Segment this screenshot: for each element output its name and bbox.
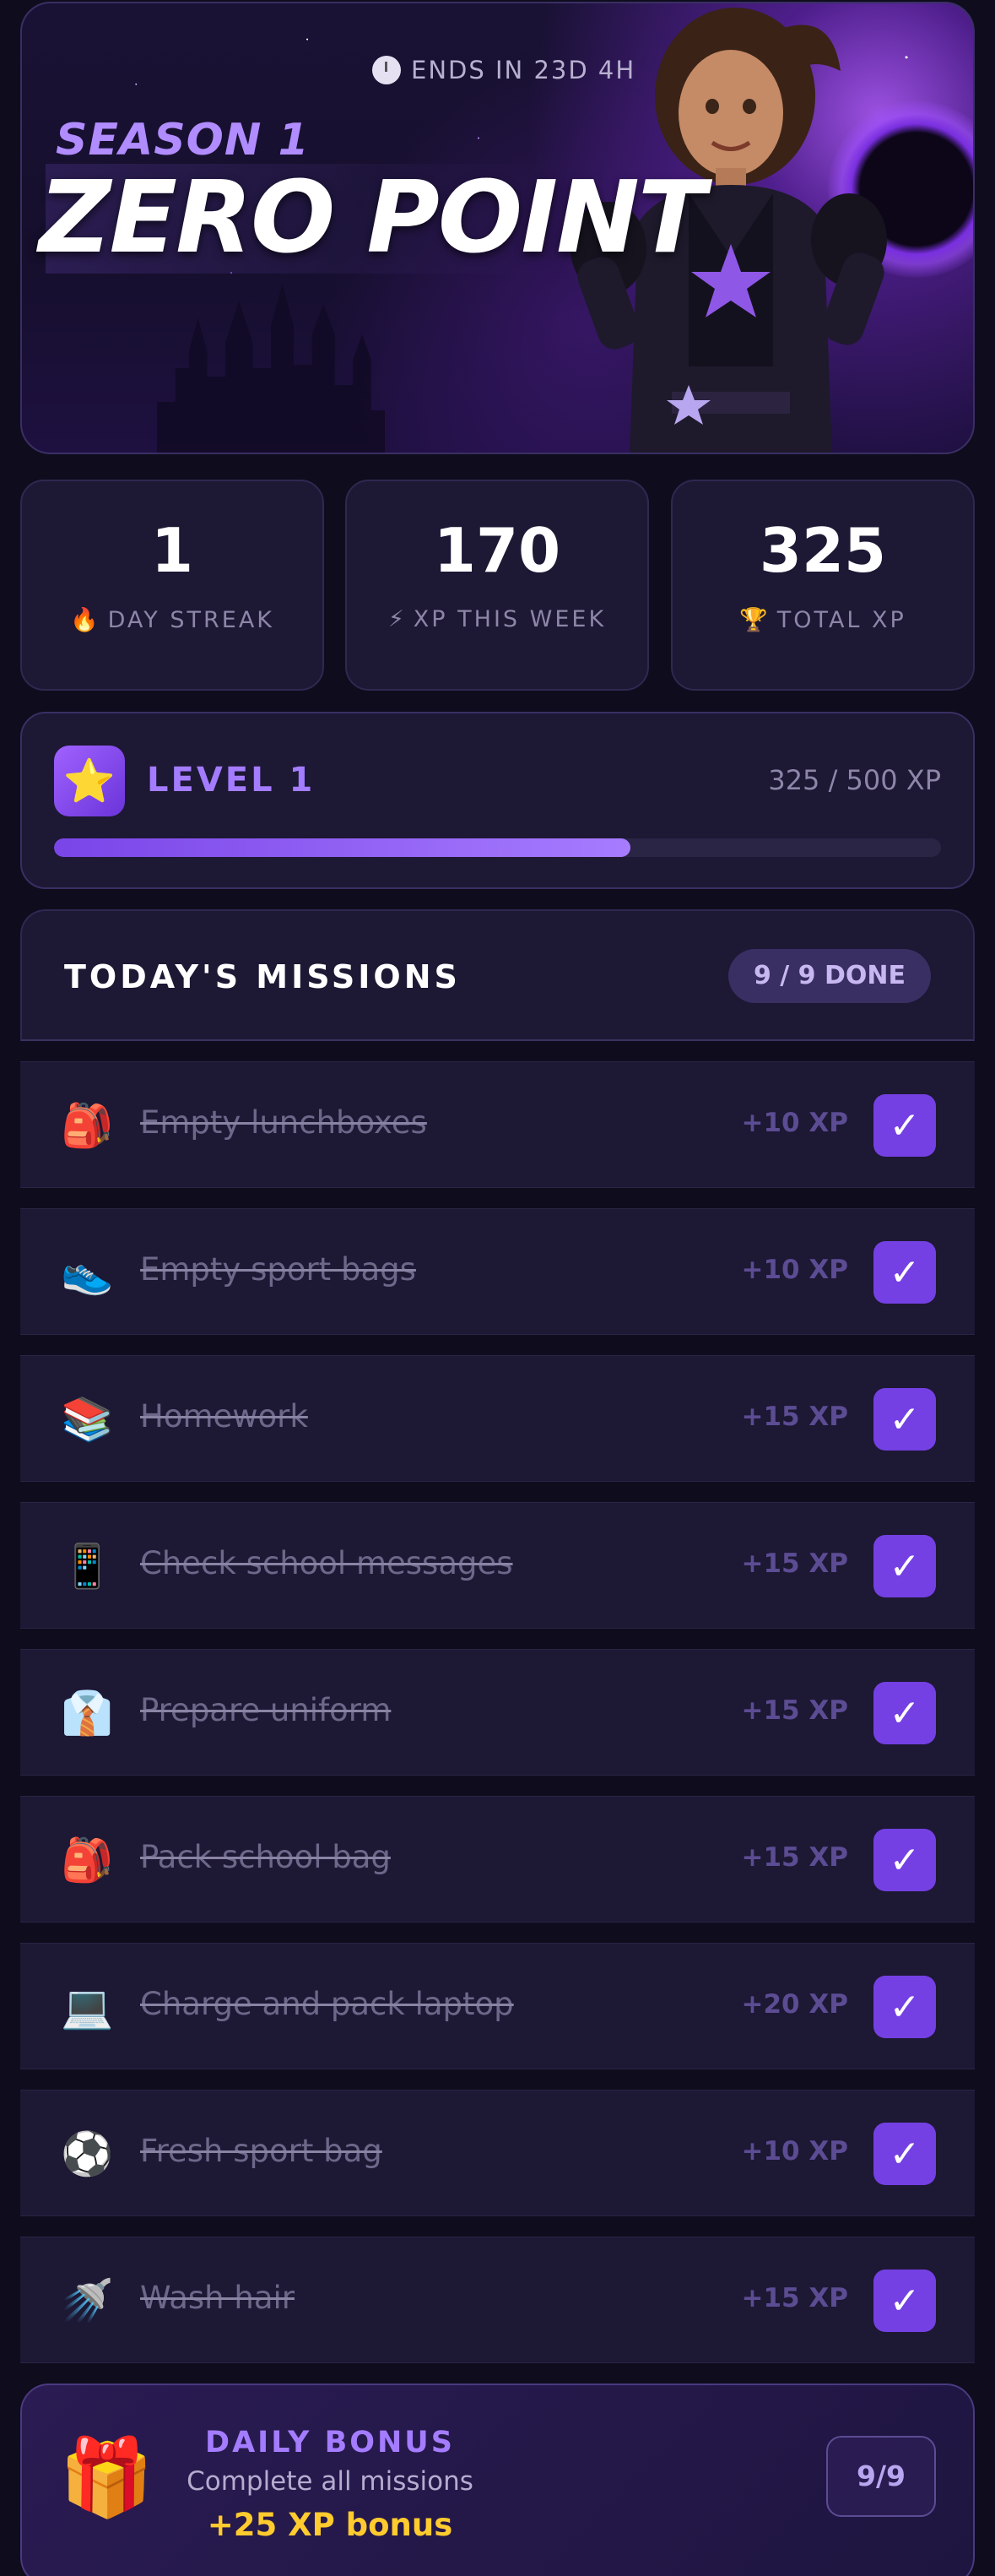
- stat-card-xp-week: 170 ⚡ XP THIS WEEK: [345, 480, 649, 691]
- trophy-icon: 🏆: [739, 607, 771, 633]
- missions-header: TODAY'S MISSIONS 9 / 9 DONE: [20, 909, 975, 1041]
- mission-name: Prepare uniform: [140, 1692, 392, 1728]
- mission-name: Wash hair: [140, 2280, 295, 2316]
- bonus-progress-count: 9/9: [826, 2436, 936, 2517]
- mission-xp: +15 XP: [741, 1402, 848, 1432]
- mission-row[interactable]: 🎒 Pack school bag +15 XP ✓: [20, 1796, 975, 1923]
- mission-checkbox[interactable]: ✓: [873, 2123, 936, 2185]
- season-timer: ENDS IN 23D 4H: [372, 56, 635, 84]
- stat-value: 1: [150, 515, 194, 586]
- mission-row[interactable]: 💻 Charge and pack laptop +20 XP ✓: [20, 1943, 975, 2069]
- fire-icon: 🔥: [69, 607, 101, 633]
- backpack-icon: 🎒: [61, 1101, 114, 1150]
- mission-row[interactable]: ⚽ Fresh sport bag +10 XP ✓: [20, 2090, 975, 2216]
- bonus-subtitle: Complete all missions: [187, 2466, 473, 2497]
- missions-done-badge: 9 / 9 DONE: [727, 949, 931, 1003]
- mission-name: Homework: [140, 1398, 308, 1434]
- mission-xp: +10 XP: [741, 1255, 848, 1285]
- mission-name: Charge and pack laptop: [140, 1986, 514, 2022]
- mission-name: Fresh sport bag: [140, 2133, 382, 2169]
- mission-name: Empty lunchboxes: [140, 1104, 427, 1141]
- phone-icon: 📱: [61, 1542, 114, 1591]
- mission-name: Pack school bag: [140, 1839, 391, 1875]
- mission-row[interactable]: 👟 Empty sport bags +10 XP ✓: [20, 1208, 975, 1335]
- stat-value: 325: [759, 515, 887, 586]
- mission-row[interactable]: 📱 Check school messages +15 XP ✓: [20, 1502, 975, 1629]
- stat-value: 170: [433, 515, 561, 586]
- level-title: LEVEL 1: [147, 761, 316, 800]
- sneaker-icon: 👟: [61, 1248, 114, 1297]
- mission-checkbox[interactable]: ✓: [873, 1976, 936, 2038]
- mission-xp: +15 XP: [741, 1548, 848, 1579]
- stat-card-day-streak: 1 🔥 DAY STREAK: [20, 480, 324, 691]
- mission-checkbox[interactable]: ✓: [873, 2270, 936, 2332]
- level-progress-bar: [54, 838, 941, 857]
- mission-checkbox[interactable]: ✓: [873, 1535, 936, 1597]
- backpack-icon: 🎒: [61, 1836, 114, 1885]
- mission-xp: +20 XP: [741, 1989, 848, 2020]
- lightning-icon: ⚡: [387, 606, 407, 632]
- soccer-ball-icon: ⚽: [61, 2129, 114, 2178]
- season-timer-text: ENDS IN 23D 4H: [411, 56, 636, 84]
- level-xp-text: 325 / 500 XP: [768, 764, 941, 796]
- mission-checkbox[interactable]: ✓: [873, 1829, 936, 1891]
- mission-xp: +15 XP: [741, 2283, 848, 2313]
- mission-name: Check school messages: [140, 1545, 513, 1581]
- mission-xp: +15 XP: [741, 1842, 848, 1873]
- stat-card-total-xp: 325 🏆 TOTAL XP: [671, 480, 975, 691]
- mission-checkbox[interactable]: ✓: [873, 1094, 936, 1157]
- stat-label: TOTAL XP: [776, 607, 906, 633]
- mission-checkbox[interactable]: ✓: [873, 1682, 936, 1744]
- level-card: ⭐ LEVEL 1 325 / 500 XP: [20, 712, 975, 889]
- mission-xp: +10 XP: [741, 2136, 848, 2167]
- books-icon: 📚: [61, 1395, 114, 1444]
- stopwatch-icon: [372, 56, 401, 84]
- bonus-title: DAILY BONUS: [205, 2426, 455, 2459]
- season-banner: ENDS IN 23D 4H SEASON 1 ZERO POINT: [20, 2, 975, 454]
- laptop-icon: 💻: [61, 1982, 114, 2031]
- stat-label: DAY STREAK: [107, 607, 275, 633]
- mission-name: Empty sport bags: [140, 1251, 416, 1288]
- shower-icon: 🚿: [61, 2276, 114, 2325]
- daily-bonus-card: 🎁 DAILY BONUS Complete all missions +25 …: [20, 2383, 975, 2576]
- stat-label: XP THIS WEEK: [413, 606, 607, 632]
- missions-title: TODAY'S MISSIONS: [64, 958, 461, 995]
- mission-checkbox[interactable]: ✓: [873, 1241, 936, 1304]
- mission-row[interactable]: 🎒 Empty lunchboxes +10 XP ✓: [20, 1061, 975, 1188]
- star-icon: ⭐: [54, 746, 125, 816]
- season-title: ZERO POINT: [39, 159, 706, 275]
- mission-row[interactable]: 🚿 Wash hair +15 XP ✓: [20, 2237, 975, 2363]
- mission-row[interactable]: 👔 Prepare uniform +15 XP ✓: [20, 1649, 975, 1776]
- mission-xp: +10 XP: [741, 1108, 848, 1138]
- mission-checkbox[interactable]: ✓: [873, 1388, 936, 1451]
- season-label: SEASON 1: [56, 115, 310, 165]
- shirt-tie-icon: 👔: [61, 1689, 114, 1738]
- gift-icon: 🎁: [59, 2433, 154, 2522]
- mission-xp: +15 XP: [741, 1695, 848, 1726]
- mission-row[interactable]: 📚 Homework +15 XP ✓: [20, 1355, 975, 1482]
- level-progress-fill: [54, 838, 631, 857]
- bonus-reward: +25 XP bonus: [207, 2507, 453, 2543]
